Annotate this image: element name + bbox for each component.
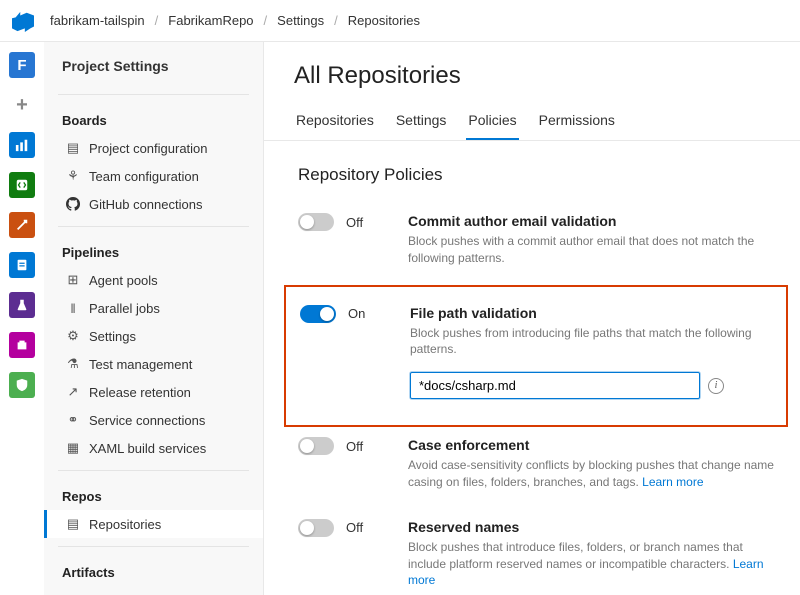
breadcrumb-separator: / bbox=[334, 13, 338, 28]
sidebar-item-project-configuration[interactable]: ▤ Project configuration bbox=[44, 134, 263, 162]
policy-reserved-names: Off Reserved names Block pushes that int… bbox=[264, 509, 800, 595]
sidebar-item-label: Service connections bbox=[89, 413, 205, 428]
project-settings-sidebar: Project Settings Boards ▤ Project configu… bbox=[44, 42, 264, 595]
breadcrumb-separator: / bbox=[264, 13, 268, 28]
xaml-icon: ▦ bbox=[65, 440, 81, 456]
file-path-pattern-input[interactable] bbox=[410, 372, 700, 399]
policy-desc: Block pushes from introducing file paths… bbox=[410, 325, 776, 359]
top-bar: fabrikam-tailspin / FabrikamRepo / Setti… bbox=[0, 0, 800, 42]
tab-settings[interactable]: Settings bbox=[394, 106, 449, 140]
sidebar-item-label: Settings bbox=[89, 329, 136, 344]
divider bbox=[58, 546, 249, 547]
divider bbox=[58, 470, 249, 471]
sidebar-item-label: Project configuration bbox=[89, 141, 208, 156]
breadcrumb: fabrikam-tailspin / FabrikamRepo / Setti… bbox=[50, 13, 420, 28]
toggle-state-label: On bbox=[348, 306, 365, 321]
sidebar-item-repositories[interactable]: ▤ Repositories bbox=[44, 510, 263, 538]
policy-commit-email: Off Commit author email validation Block… bbox=[264, 203, 800, 285]
toggle-file-path[interactable] bbox=[300, 305, 336, 323]
sidebar-item-label: Release retention bbox=[89, 385, 191, 400]
test-plans-rail-icon[interactable] bbox=[9, 252, 35, 278]
pool-icon: ⊞ bbox=[65, 272, 81, 288]
breadcrumb-org[interactable]: fabrikam-tailspin bbox=[50, 13, 145, 28]
artifacts-rail-icon[interactable] bbox=[9, 332, 35, 358]
policy-file-path: On File path validation Block pushes fro… bbox=[286, 295, 786, 418]
sidebar-item-label: Team configuration bbox=[89, 169, 199, 184]
pipelines-rail-icon[interactable] bbox=[9, 212, 35, 238]
policy-desc: Block pushes that introduce files, folde… bbox=[408, 539, 780, 589]
flask-icon: ⚗ bbox=[65, 356, 81, 372]
github-icon bbox=[65, 196, 81, 212]
team-icon: ⚘ bbox=[65, 168, 81, 184]
sidebar-item-github-connections[interactable]: GitHub connections bbox=[44, 190, 263, 218]
sidebar-item-label: XAML build services bbox=[89, 441, 206, 456]
boards-icon[interactable] bbox=[9, 132, 35, 158]
repos-group-title: Repos bbox=[44, 479, 263, 510]
shield-rail-icon[interactable] bbox=[9, 372, 35, 398]
toggle-commit-email[interactable] bbox=[298, 213, 334, 231]
flask-rail-icon[interactable] bbox=[9, 292, 35, 318]
policy-case-enforcement: Off Case enforcement Avoid case-sensitiv… bbox=[264, 427, 800, 509]
page-title: All Repositories bbox=[264, 62, 800, 106]
toggle-state-label: Off bbox=[346, 215, 363, 230]
sidebar-item-label: Test management bbox=[89, 357, 192, 372]
sidebar-item-team-configuration[interactable]: ⚘ Team configuration bbox=[44, 162, 263, 190]
tab-repositories[interactable]: Repositories bbox=[294, 106, 376, 140]
section-title: Repository Policies bbox=[264, 141, 800, 203]
parallel-icon: ‖ bbox=[65, 300, 81, 316]
divider bbox=[58, 94, 249, 95]
project-avatar-icon[interactable]: F bbox=[9, 52, 35, 78]
toggle-state-label: Off bbox=[346, 439, 363, 454]
toggle-reserved-names[interactable] bbox=[298, 519, 334, 537]
sidebar-item-release-retention[interactable]: ↗ Release retention bbox=[44, 378, 263, 406]
settings-title: Project Settings bbox=[44, 58, 263, 86]
sidebar-item-label: Parallel jobs bbox=[89, 301, 160, 316]
toggle-case-enforcement[interactable] bbox=[298, 437, 334, 455]
artifacts-group-title: Artifacts bbox=[44, 555, 263, 586]
pipelines-group-title: Pipelines bbox=[44, 235, 263, 266]
sidebar-item-xaml-build[interactable]: ▦ XAML build services bbox=[44, 434, 263, 462]
policy-title: Commit author email validation bbox=[408, 213, 780, 229]
sidebar-item-parallel-jobs[interactable]: ‖ Parallel jobs bbox=[44, 294, 263, 322]
sidebar-item-service-connections[interactable]: ⚭ Service connections bbox=[44, 406, 263, 434]
sidebar-item-label: Agent pools bbox=[89, 273, 158, 288]
learn-more-link[interactable]: Learn more bbox=[642, 475, 703, 489]
policy-title: Reserved names bbox=[408, 519, 780, 535]
nav-rail: F + bbox=[0, 42, 44, 595]
release-icon: ↗ bbox=[65, 384, 81, 400]
azure-devops-logo-icon[interactable] bbox=[12, 10, 34, 32]
divider bbox=[58, 226, 249, 227]
sidebar-item-label: GitHub connections bbox=[89, 197, 202, 212]
breadcrumb-settings[interactable]: Settings bbox=[277, 13, 324, 28]
breadcrumb-repo[interactable]: FabrikamRepo bbox=[168, 13, 253, 28]
breadcrumb-separator: / bbox=[155, 13, 159, 28]
gear-icon: ⚙ bbox=[65, 328, 81, 344]
policy-title: File path validation bbox=[410, 305, 776, 321]
repos-rail-icon[interactable] bbox=[9, 172, 35, 198]
policy-desc: Avoid case-sensitivity conflicts by bloc… bbox=[408, 457, 780, 491]
add-icon[interactable]: + bbox=[9, 92, 35, 118]
policy-title: Case enforcement bbox=[408, 437, 780, 453]
content-area: All Repositories Repositories Settings P… bbox=[264, 42, 800, 595]
boards-group-title: Boards bbox=[44, 103, 263, 134]
highlight-box: On File path validation Block pushes fro… bbox=[284, 285, 788, 428]
doc-icon: ▤ bbox=[65, 140, 81, 156]
sidebar-item-label: Repositories bbox=[89, 517, 161, 532]
repo-icon: ▤ bbox=[65, 516, 81, 532]
toggle-state-label: Off bbox=[346, 520, 363, 535]
tab-policies[interactable]: Policies bbox=[466, 106, 518, 140]
breadcrumb-repositories[interactable]: Repositories bbox=[348, 13, 420, 28]
policy-desc: Block pushes with a commit author email … bbox=[408, 233, 780, 267]
tabs: Repositories Settings Policies Permissio… bbox=[264, 106, 800, 141]
tab-permissions[interactable]: Permissions bbox=[537, 106, 617, 140]
sidebar-item-test-management[interactable]: ⚗ Test management bbox=[44, 350, 263, 378]
sidebar-item-settings[interactable]: ⚙ Settings bbox=[44, 322, 263, 350]
connection-icon: ⚭ bbox=[65, 412, 81, 428]
info-icon[interactable]: i bbox=[708, 378, 724, 394]
sidebar-item-agent-pools[interactable]: ⊞ Agent pools bbox=[44, 266, 263, 294]
